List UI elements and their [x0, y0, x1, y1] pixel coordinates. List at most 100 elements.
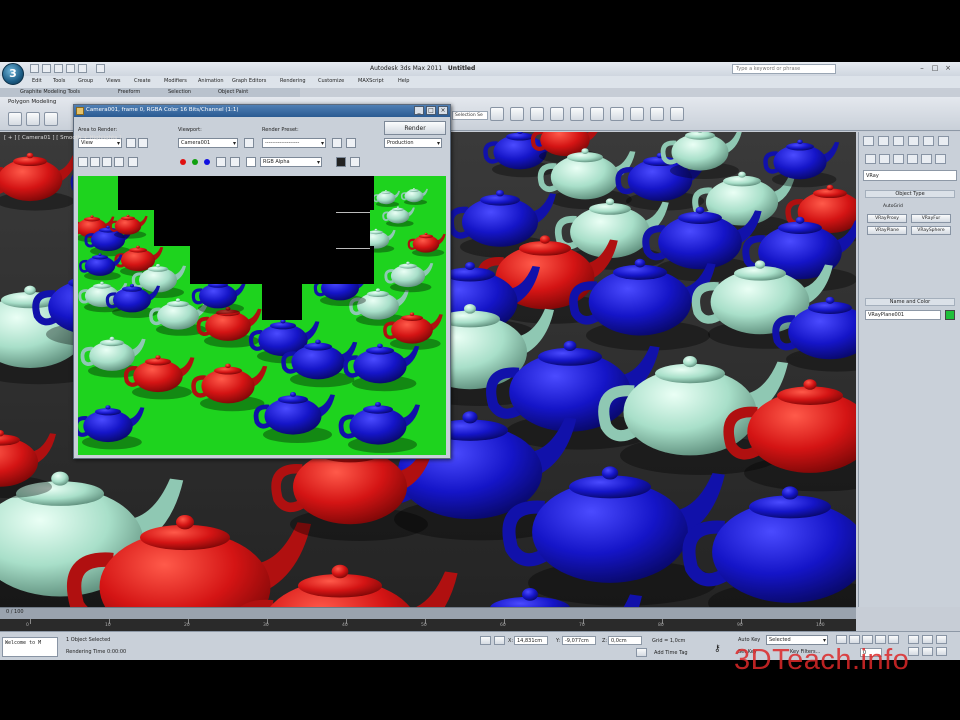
x-coordinate-field[interactable]: 14,831cm — [514, 636, 548, 645]
lock-viewport-icon[interactable] — [244, 138, 254, 148]
zoom-extents-icon[interactable] — [936, 635, 947, 644]
vrayfur-button[interactable]: VRayFur — [911, 214, 951, 223]
add-time-tag-label[interactable]: Add Time Tag — [654, 650, 688, 656]
lights-icon[interactable] — [893, 154, 904, 164]
motion-tab-icon[interactable] — [908, 136, 919, 146]
select-icon[interactable] — [8, 112, 22, 126]
modify-tab-icon[interactable] — [878, 136, 889, 146]
print-image-icon[interactable] — [114, 157, 124, 167]
lock-selection-icon[interactable] — [480, 636, 491, 645]
maxscript-listener[interactable]: Welcome to M — [2, 637, 58, 657]
render-mode-dropdown[interactable]: Production — [384, 138, 442, 148]
object-color-swatch[interactable] — [945, 310, 955, 320]
render-iterative-icon[interactable] — [630, 107, 644, 121]
project-folder-icon[interactable] — [96, 64, 105, 73]
viewport-dropdown[interactable]: Camera001 — [178, 138, 238, 148]
tab-object-paint[interactable]: Object Paint — [218, 89, 248, 95]
time-slider[interactable]: 0 / 100 — [0, 607, 856, 619]
display-tab-icon[interactable] — [923, 136, 934, 146]
render-setup-icon[interactable] — [332, 138, 342, 148]
name-and-color-rollout[interactable]: Name and Color — [865, 298, 955, 306]
toggle-ui-overlay-icon[interactable] — [336, 157, 346, 167]
menu-edit[interactable]: Edit — [32, 78, 42, 84]
save-image-icon[interactable] — [78, 157, 88, 167]
application-menu-icon[interactable]: 3 — [2, 63, 24, 85]
render-production-icon[interactable] — [610, 107, 624, 121]
activeshade-icon[interactable] — [650, 107, 664, 121]
polygon-modeling-label[interactable]: Polygon Modeling — [8, 99, 56, 105]
zoom-icon[interactable] — [908, 635, 919, 644]
green-channel-icon[interactable] — [192, 159, 198, 165]
alpha-channel-icon[interactable] — [216, 157, 226, 167]
orbit-icon[interactable] — [936, 647, 947, 656]
schematic-view-icon[interactable] — [530, 107, 544, 121]
tab-selection[interactable]: Selection — [168, 89, 191, 95]
create-tab-icon[interactable] — [863, 136, 874, 146]
undo-icon[interactable] — [66, 64, 75, 73]
display-channel-dropdown[interactable]: RGB Alpha — [260, 157, 322, 167]
object-type-rollout[interactable]: Object Type — [865, 190, 955, 198]
clear-image-icon[interactable] — [128, 157, 138, 167]
shapes-icon[interactable] — [879, 154, 890, 164]
object-category-dropdown[interactable]: VRay — [863, 170, 957, 181]
render-setup-icon[interactable] — [570, 107, 584, 121]
render-window-title[interactable]: Camera001, frame 0, RGBA Color 16 Bits/C… — [74, 105, 450, 117]
new-file-icon[interactable] — [30, 64, 39, 73]
render-last-icon[interactable] — [670, 107, 684, 121]
viewport-label[interactable]: [ + ] [ Camera01 ] [ Smooth + Highlights… — [4, 135, 121, 141]
help-search-input[interactable]: Type a keyword or phrase — [732, 64, 836, 74]
blue-channel-icon[interactable] — [204, 159, 210, 165]
render-window-minimize[interactable]: _ — [414, 106, 424, 115]
menu-maxscript[interactable]: MAXScript — [358, 78, 384, 84]
track-bar[interactable]: 0 10 20 30 40 50 60 70 80 90 100 — [0, 619, 856, 631]
tab-freeform[interactable]: Freeform — [118, 89, 140, 95]
menu-group[interactable]: Group — [78, 78, 93, 84]
prev-frame-icon[interactable] — [849, 635, 860, 644]
color-swatch-icon[interactable] — [246, 157, 256, 167]
vrayproxy-button[interactable]: VRayProxy — [867, 214, 907, 223]
copy-image-icon[interactable] — [90, 157, 100, 167]
minimize-button[interactable]: – — [916, 63, 928, 74]
next-frame-icon[interactable] — [875, 635, 886, 644]
monochrome-icon[interactable] — [230, 157, 240, 167]
link-icon[interactable] — [26, 112, 40, 126]
toolbar-tool-1-icon[interactable] — [490, 107, 504, 121]
environment-icon[interactable] — [346, 138, 356, 148]
red-channel-icon[interactable] — [180, 159, 186, 165]
play-icon[interactable] — [862, 635, 873, 644]
rendered-frame-window-icon[interactable] — [590, 107, 604, 121]
render-window-maximize[interactable]: □ — [426, 106, 436, 115]
menu-customize[interactable]: Customize — [318, 78, 344, 84]
vrayplane-button[interactable]: VRayPlane — [867, 226, 907, 235]
menu-help[interactable]: Help — [398, 78, 409, 84]
goto-start-icon[interactable] — [836, 635, 847, 644]
clone-window-icon[interactable] — [102, 157, 112, 167]
auto-key-button[interactable]: Auto Key — [738, 637, 760, 643]
toolbar-tool-2-icon[interactable] — [510, 107, 524, 121]
menu-rendering[interactable]: Rendering — [280, 78, 306, 84]
redo-icon[interactable] — [78, 64, 87, 73]
menu-graph-editors[interactable]: Graph Editors — [232, 78, 266, 84]
menu-views[interactable]: Views — [106, 78, 120, 84]
menu-modifiers[interactable]: Modifiers — [164, 78, 187, 84]
object-name-field[interactable]: VRayPlane001 — [865, 310, 941, 320]
fov-icon[interactable] — [908, 647, 919, 656]
zoom-all-icon[interactable] — [922, 635, 933, 644]
menu-tools[interactable]: Tools — [53, 78, 65, 84]
menu-animation[interactable]: Animation — [198, 78, 224, 84]
spacewarps-icon[interactable] — [935, 154, 946, 164]
render-window-close[interactable]: × — [438, 106, 448, 115]
y-coordinate-field[interactable]: -9,077cm — [562, 636, 596, 645]
utilities-tab-icon[interactable] — [938, 136, 949, 146]
autogrid-checkbox[interactable]: AutoGrid — [883, 204, 903, 209]
named-selection-set-dropdown[interactable]: Selection Se — [452, 111, 488, 120]
open-file-icon[interactable] — [42, 64, 51, 73]
rendered-image[interactable] — [78, 176, 446, 455]
edit-region-icon[interactable] — [126, 138, 136, 148]
toggle-ui-icon[interactable] — [350, 157, 360, 167]
geometry-icon[interactable] — [865, 154, 876, 164]
unlink-icon[interactable] — [44, 112, 58, 126]
z-coordinate-field[interactable]: 0,0cm — [608, 636, 642, 645]
add-time-tag-icon[interactable] — [636, 648, 647, 657]
goto-end-icon[interactable] — [888, 635, 899, 644]
